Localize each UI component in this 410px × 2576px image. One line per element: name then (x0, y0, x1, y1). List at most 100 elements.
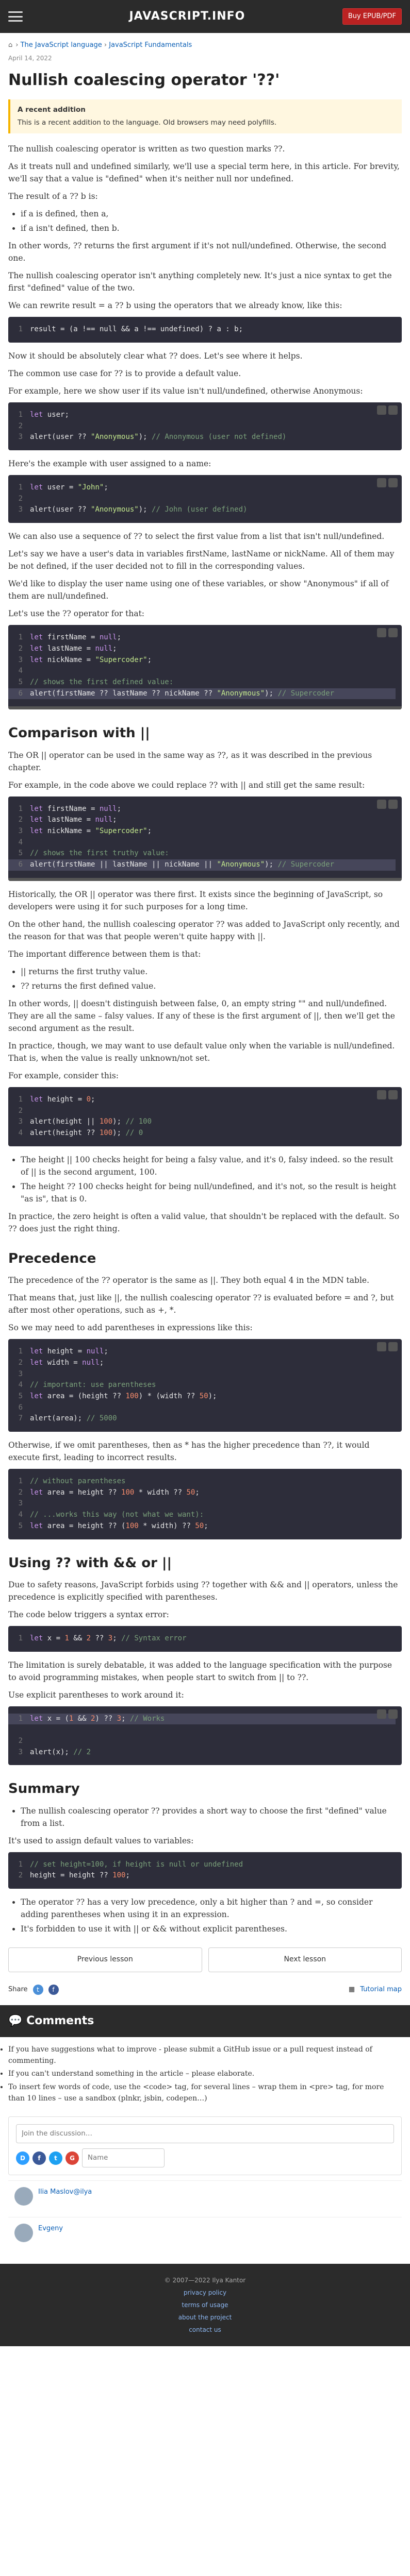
code-block: 1 result = (a !== null && a !== undefined… (8, 317, 402, 343)
edit-icon[interactable] (388, 1342, 398, 1352)
paragraph: The common use case for ?? is to provide… (8, 368, 241, 378)
list-item: ?? returns the first defined value. (21, 980, 402, 992)
crumb-language[interactable]: The JavaScript language (21, 41, 102, 49)
paragraph: For example, in the code above we could … (8, 780, 365, 790)
run-icon[interactable] (377, 1090, 386, 1100)
code-block: 1 let user; 2 3 alert(user ?? "Anonymous")… (8, 402, 402, 451)
paragraph: Otherwise, if we omit parentheses, then … (8, 1440, 370, 1463)
run-icon[interactable] (377, 1342, 386, 1352)
edit-icon[interactable] (388, 1709, 398, 1719)
notice-box: A recent addition This is a recent addit… (8, 99, 402, 134)
list-item: If you can't understand something in the… (8, 2069, 402, 2080)
list-item: The operator ?? has a very low precedenc… (21, 1896, 402, 1921)
facebook-icon[interactable]: f (48, 1984, 59, 1995)
comments-heading: 💬 Comments (0, 2005, 410, 2038)
login-options: D f t G (16, 2148, 394, 2168)
paragraph: The limitation is surely debatable, it w… (8, 1660, 392, 1682)
section-heading: Precedence (8, 1250, 96, 1266)
disqus-icon[interactable]: D (16, 2151, 29, 2165)
paragraph: The nullish coalescing operator is writt… (8, 144, 285, 154)
run-icon[interactable] (377, 405, 386, 415)
paragraph: Now it should be absolutely clear what ?… (8, 351, 303, 361)
code-block: 1 let firstName = null; 2 let lastName = n… (8, 796, 402, 881)
code-block: 1// set height=100, if height is null or… (8, 1852, 402, 1889)
next-lesson-button[interactable]: Next lesson (208, 1947, 402, 1972)
comment-author[interactable]: Ilia Maslov@ilya (38, 2188, 92, 2196)
top-bar: JAVASCRIPT.INFO Buy EPUB/PDF (0, 0, 410, 33)
name-field[interactable] (82, 2148, 165, 2168)
list-item: The height ?? 100 checks height for bein… (21, 1180, 402, 1205)
privacy-link[interactable]: privacy policy (184, 2289, 226, 2296)
run-icon[interactable] (377, 478, 386, 488)
comment-author[interactable]: Evgeny (38, 2225, 63, 2232)
edit-icon[interactable] (388, 628, 398, 638)
twitter-login-icon[interactable]: t (49, 2151, 62, 2165)
list-item: if a isn't defined, then b. (21, 222, 402, 234)
edit-icon[interactable] (388, 478, 398, 488)
paragraph: That means that, just like ||, the nulli… (8, 1293, 394, 1315)
share-label: Share (8, 1985, 28, 1993)
paragraph: The OR || operator can be used in the sa… (8, 750, 372, 772)
paragraph: Due to safety reasons, JavaScript forbid… (8, 1580, 398, 1602)
avatar[interactable] (14, 2187, 33, 2206)
home-icon[interactable]: ⌂ (8, 41, 12, 49)
tutorial-map-link[interactable]: Tutorial map (360, 1985, 402, 1995)
previous-lesson-button[interactable]: Previous lesson (8, 1947, 202, 1972)
paragraph: Historically, the OR || operator was the… (8, 889, 383, 911)
paragraph: Let's use the ?? operator for that: (8, 609, 145, 619)
page-title: Nullish coalescing operator '??' (8, 71, 280, 89)
twitter-icon[interactable]: t (32, 1984, 43, 1995)
paragraph: The code below triggers a syntax error: (8, 1609, 169, 1619)
avatar[interactable] (14, 2224, 33, 2243)
menu-icon[interactable] (8, 11, 23, 22)
map-icon[interactable]: ▦ (349, 1985, 355, 1995)
list-item: To insert few words of code, use the <co… (8, 2082, 402, 2104)
list-item: If you have suggestions what to improve … (8, 2044, 402, 2066)
paragraph: The important difference between them is… (8, 949, 201, 959)
paragraph: In practice, the zero height is often a … (8, 1211, 400, 1233)
paragraph: As it treats null and undefined similarl… (8, 162, 400, 184)
paragraph: We can also use a sequence of ?? to sele… (8, 532, 385, 541)
contact-link[interactable]: contact us (189, 2326, 221, 2333)
code-block: 1 let x = (1 && 2) ?? 3; // Works 2 3 aler… (8, 1706, 402, 1766)
comment-item: Ilia Maslov@ilya (8, 2180, 402, 2212)
list-item: The height || 100 checks height for bein… (21, 1154, 402, 1178)
run-icon[interactable] (377, 1709, 386, 1719)
paragraph: We'd like to display the user name using… (8, 579, 389, 601)
crumb-fundamentals[interactable]: JavaScript Fundamentals (109, 41, 192, 49)
edit-icon[interactable] (388, 1090, 398, 1100)
about-link[interactable]: about the project (178, 2314, 232, 2321)
paragraph: The nullish coalescing operator isn't an… (8, 271, 392, 293)
buy-epub-button[interactable]: Buy EPUB/PDF (342, 8, 402, 25)
code-block: 1 let x = 1 && 2 ?? 3; // Syntax error (8, 1625, 402, 1652)
section-heading: Comparison with || (8, 725, 150, 741)
code-block: 1// without parentheses 2 let area = heig… (8, 1469, 402, 1539)
scrollbar[interactable] (8, 706, 402, 710)
site-logo[interactable]: JAVASCRIPT.INFO (32, 8, 342, 25)
run-icon[interactable] (377, 799, 386, 809)
edit-icon[interactable] (388, 799, 398, 809)
code-block: 1 let height = null; 2 let width = null; 3… (8, 1339, 402, 1432)
discussion-input[interactable] (16, 2124, 394, 2144)
edit-icon[interactable] (388, 405, 398, 415)
terms-link[interactable]: terms of usage (182, 2301, 228, 2309)
scrollbar[interactable] (8, 877, 402, 881)
run-icon[interactable] (377, 628, 386, 638)
comment-icon: 💬 (8, 2014, 23, 2027)
publish-date: April 14, 2022 (8, 55, 52, 62)
lesson-nav: Previous lesson Next lesson (8, 1947, 402, 1972)
paragraph: In other words, ?? returns the first arg… (8, 241, 387, 263)
facebook-login-icon[interactable]: f (32, 2151, 46, 2165)
paragraph: Let's say we have a user's data in varia… (8, 549, 395, 571)
paragraph: For example, here we show user if its va… (8, 386, 363, 396)
footer: © 2007—2022 Ilya Kantor privacy policy t… (0, 2264, 410, 2347)
paragraph: In practice, though, we may want to use … (8, 1041, 395, 1063)
google-login-icon[interactable]: G (65, 2151, 79, 2165)
paragraph: In other words, || doesn't distinguish b… (8, 998, 395, 1033)
list-item: It's forbidden to use it with || or && w… (21, 1923, 402, 1935)
paragraph: We can rewrite result = a ?? b using the… (8, 301, 342, 311)
copyright: © 2007—2022 Ilya Kantor (164, 2277, 246, 2284)
paragraph: For example, consider this: (8, 1071, 119, 1080)
notice-text: This is a recent addition to the languag… (18, 118, 277, 127)
list-item: || returns the first truthy value. (21, 965, 402, 978)
